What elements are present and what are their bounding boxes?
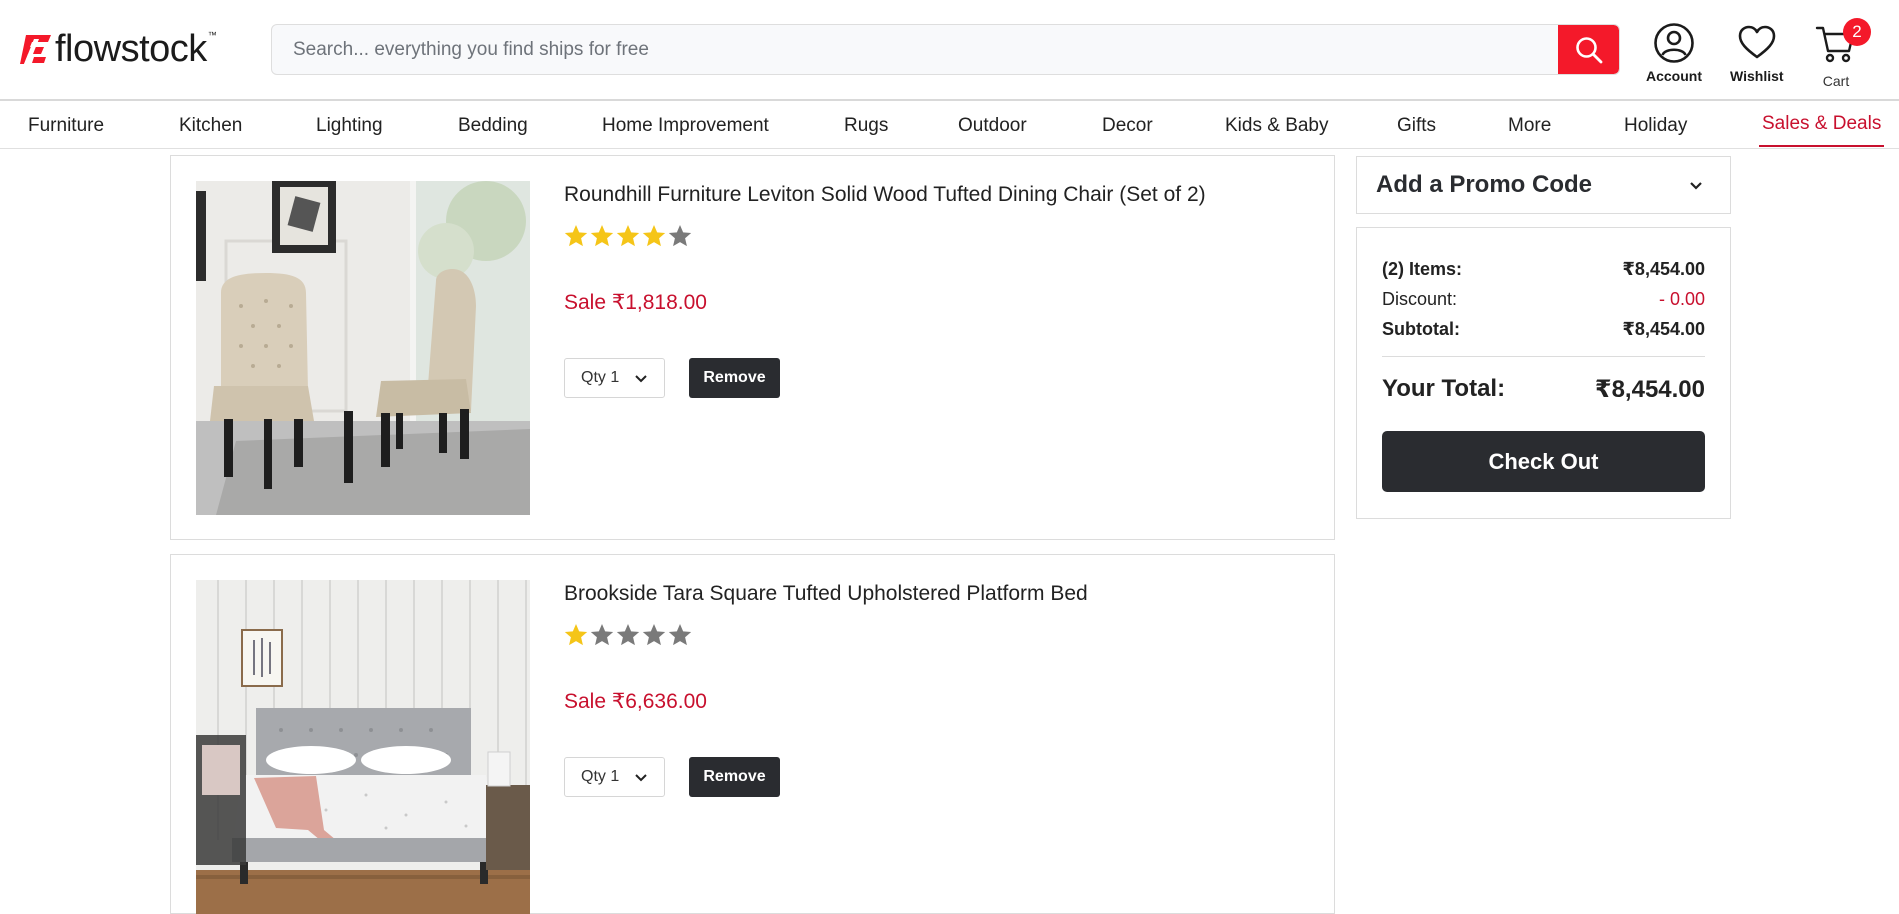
subtotal-value: ₹8,454.00: [1622, 319, 1705, 339]
nav-item-furniture[interactable]: Furniture: [28, 103, 104, 149]
nav-item-lighting[interactable]: Lighting: [316, 103, 383, 149]
product-image-graphic: [196, 580, 530, 914]
nav-item-sales-deals[interactable]: Sales & Deals: [1759, 103, 1885, 147]
chevron-down-icon: [1690, 182, 1702, 190]
quantity-label: Qty 1: [581, 369, 620, 386]
star-empty-icon: [668, 224, 692, 247]
summary-subtotal-row: Subtotal: ₹8,454.00: [1382, 319, 1705, 340]
items-value: ₹8,454.00: [1622, 259, 1705, 279]
wishlist-button[interactable]: Wishlist: [1730, 22, 1784, 84]
nav-item-home-improvement[interactable]: Home Improvement: [602, 103, 769, 149]
discount-label: Discount:: [1382, 289, 1458, 309]
cart-item: Brookside Tara Square Tufted Upholstered…: [170, 554, 1335, 914]
sale-price: Sale ₹1,818.00: [564, 291, 707, 314]
discount-value: - 0.00: [1658, 289, 1705, 309]
nav-item-kids-baby[interactable]: Kids & Baby: [1225, 103, 1329, 149]
search-input[interactable]: [272, 25, 1560, 74]
promo-code-label: Add a Promo Code: [1376, 171, 1593, 198]
site-header: flowstock™ Account Wishlist: [0, 0, 1899, 101]
total-label: Your Total:: [1382, 375, 1506, 402]
cart-button[interactable]: 2 Cart: [1815, 18, 1871, 89]
nav-item-more[interactable]: More: [1508, 103, 1551, 149]
dining-chairs-image[interactable]: [196, 181, 530, 515]
quantity-select[interactable]: Qty 1: [564, 358, 665, 398]
platform-bed-image[interactable]: [196, 580, 530, 914]
wishlist-label: Wishlist: [1730, 68, 1784, 84]
promo-code-toggle[interactable]: Add a Promo Code: [1356, 156, 1731, 214]
account-button[interactable]: Account: [1646, 22, 1702, 84]
logo-trademark: ™: [207, 30, 217, 40]
account-icon: [1654, 23, 1694, 63]
product-title[interactable]: Brookside Tara Square Tufted Upholstered…: [564, 582, 1088, 606]
total-value: ₹8,454.00: [1594, 376, 1705, 403]
nav-item-holiday[interactable]: Holiday: [1624, 103, 1687, 149]
star-filled-icon: [590, 224, 614, 247]
product-image-graphic: [196, 181, 530, 515]
order-summary: (2) Items: ₹8,454.00 Discount: - 0.00 Su…: [1356, 227, 1731, 519]
search-button[interactable]: [1558, 25, 1619, 74]
logo-mark-icon: [20, 35, 51, 64]
logo-text: flowstock: [55, 28, 207, 70]
remove-button[interactable]: Remove: [689, 757, 780, 797]
star-empty-icon: [668, 623, 692, 646]
star-filled-icon: [564, 224, 588, 247]
nav-item-bedding[interactable]: Bedding: [458, 103, 528, 149]
items-label: (2) Items:: [1382, 259, 1463, 279]
sale-price: Sale ₹6,636.00: [564, 690, 707, 713]
product-title[interactable]: Roundhill Furniture Leviton Solid Wood T…: [564, 183, 1206, 207]
subtotal-label: Subtotal:: [1382, 319, 1460, 339]
search-icon: [1575, 36, 1602, 63]
star-filled-icon: [642, 224, 666, 247]
summary-divider: [1382, 356, 1705, 357]
nav-item-decor[interactable]: Decor: [1102, 103, 1153, 149]
remove-button[interactable]: Remove: [689, 358, 780, 398]
summary-discount-row: Discount: - 0.00: [1382, 289, 1705, 310]
category-nav: Furniture Kitchen Lighting Bedding Home …: [0, 103, 1899, 149]
nav-item-kitchen[interactable]: Kitchen: [179, 103, 242, 149]
account-label: Account: [1646, 68, 1702, 84]
heart-icon: [1738, 25, 1776, 59]
star-filled-icon: [616, 224, 640, 247]
nav-item-gifts[interactable]: Gifts: [1397, 103, 1436, 149]
cart-label: Cart: [1822, 73, 1850, 89]
rating-stars: [563, 622, 693, 648]
quantity-label: Qty 1: [581, 768, 620, 785]
cart-item: Roundhill Furniture Leviton Solid Wood T…: [170, 155, 1335, 540]
search-bar: [271, 24, 1620, 75]
star-filled-icon: [564, 623, 588, 646]
nav-item-rugs[interactable]: Rugs: [844, 103, 888, 149]
star-empty-icon: [642, 623, 666, 646]
quantity-select[interactable]: Qty 1: [564, 757, 665, 797]
flowstock-logo[interactable]: flowstock ™: [20, 28, 217, 70]
summary-items-row: (2) Items: ₹8,454.00: [1382, 259, 1705, 280]
cart-count-badge: 2: [1843, 18, 1871, 46]
star-empty-icon: [590, 623, 614, 646]
summary-total-row: Your Total: ₹8,454.00: [1382, 375, 1705, 404]
checkout-button[interactable]: Check Out: [1382, 431, 1705, 492]
rating-stars: [563, 223, 693, 249]
nav-item-outdoor[interactable]: Outdoor: [958, 103, 1027, 149]
chevron-down-icon: [635, 375, 647, 383]
star-empty-icon: [616, 623, 640, 646]
chevron-down-icon: [635, 774, 647, 782]
